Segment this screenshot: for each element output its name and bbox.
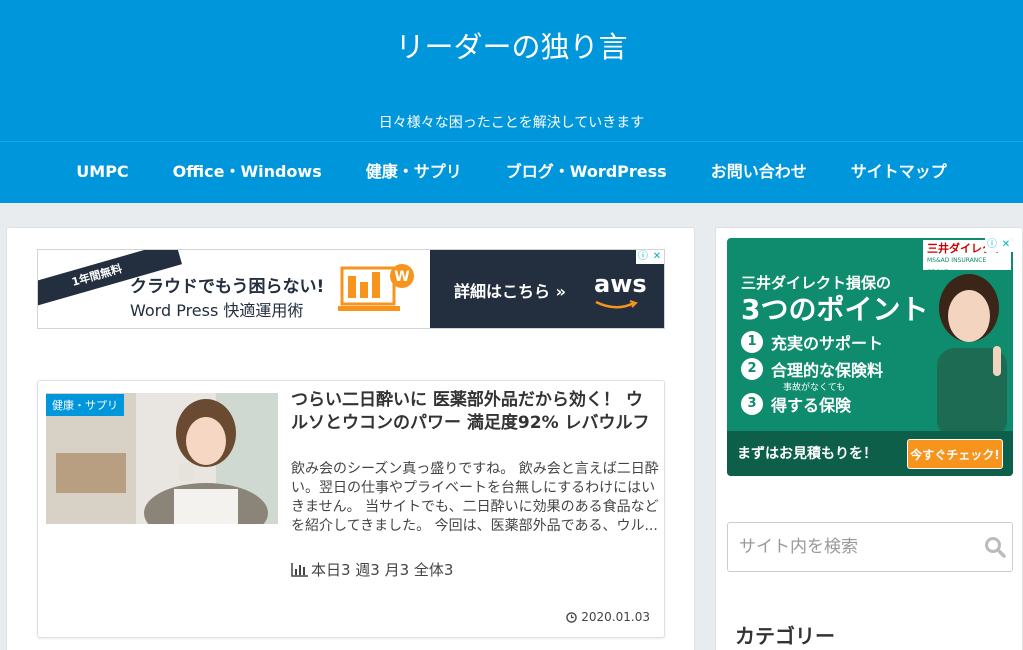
article-card[interactable]: 健康・サプリ つらい二日酔いに 医薬部外品だから効く！ ウルソとウコンのパワー …	[37, 380, 665, 638]
model-photo	[937, 274, 1007, 438]
point-label: 得する保険	[771, 396, 852, 415]
mitsui-bottom-bar: まずはお見積もりを！ 今すぐチェック!	[727, 431, 1013, 476]
svg-text:W: W	[394, 269, 409, 285]
ad-cta-button[interactable]: 詳細はこちら »	[454, 278, 566, 302]
point-number: 3	[741, 393, 763, 415]
aws-logo: aws	[594, 270, 647, 298]
laptop-illustration-icon: W	[338, 264, 414, 311]
search-icon[interactable]	[984, 536, 1006, 558]
clock-icon	[566, 611, 578, 623]
article-excerpt: 飲み会のシーズン真っ盛りですね。 飲み会と言えば二日酔い。翌日の仕事やプライベー…	[291, 461, 659, 534]
point-number: 1	[741, 331, 763, 353]
site-description: 日々様々な困ったことを解決していきます	[378, 115, 645, 131]
ad-info-icon[interactable]: ⓘ	[636, 250, 650, 264]
aws-ad-banner[interactable]: 1年間無料 クラウドでもう困らない! Word Press 快適運用術 W 詳細…	[37, 249, 665, 329]
ad-cta-panel: 詳細はこちら » aws	[430, 250, 664, 328]
sidebar: 三井ダイレクト MS&AD INSURANCE GROUP 三井ダイレクト損保の…	[715, 227, 1023, 650]
category-badge[interactable]: 健康・サプリ	[46, 394, 124, 416]
mitsui-point-3: 3 得する保険	[741, 392, 851, 416]
point-label: 合理的な保険料	[771, 361, 884, 380]
search-input[interactable]	[728, 523, 978, 571]
ad-close-icon[interactable]: ✕	[999, 238, 1013, 252]
aws-smile-icon	[595, 300, 638, 309]
point-number: 2	[741, 358, 763, 380]
mitsui-point-2: 2 合理的な保険料	[741, 357, 883, 381]
nav-item-umpc[interactable]: UMPC	[54, 142, 150, 203]
mitsui-cta-button[interactable]: 今すぐチェック!	[907, 439, 1003, 469]
article-title[interactable]: つらい二日酔いに 医薬部外品だから効く！ ウルソとウコンのパワー 満足度92% …	[291, 389, 653, 435]
bar-chart-icon	[291, 563, 308, 577]
main-content: 1年間無料 クラウドでもう困らない! Word Press 快適運用術 W 詳細…	[6, 227, 695, 650]
nav-item-blog-wordpress[interactable]: ブログ・WordPress	[484, 142, 689, 203]
mitsui-point-1: 1 充実のサポート	[741, 330, 883, 354]
point-label: 充実のサポート	[771, 334, 884, 353]
mitsui-title: 3つのポイント	[741, 293, 929, 326]
nav-item-contact[interactable]: お問い合わせ	[689, 142, 829, 203]
article-stats-text: 本日3 週3 月3 全体3	[311, 561, 454, 579]
ad-choices: ⓘ ✕	[636, 250, 664, 264]
ad-headline: クラウドでもう困らない!	[130, 277, 325, 297]
article-date-text: 2020.01.03	[581, 610, 650, 624]
category-widget-title: カテゴリー	[735, 624, 835, 648]
site-search	[727, 522, 1013, 572]
ad-close-icon[interactable]: ✕	[650, 250, 664, 264]
ad-subline: Word Press 快適運用術	[130, 301, 304, 320]
article-stats: 本日3 週3 月3 全体3	[291, 559, 453, 580]
main-nav: UMPC Office・Windows 健康・サプリ ブログ・WordPress…	[0, 141, 1023, 203]
ad-choices: ⓘ ✕	[985, 238, 1013, 252]
nav-item-sitemap[interactable]: サイトマップ	[829, 142, 969, 203]
site-header: リーダーの独り言 日々様々な困ったことを解決していきます	[0, 0, 1023, 141]
mitsui-bottom-text: まずはお見積もりを！	[737, 446, 877, 462]
mitsui-ad-banner[interactable]: 三井ダイレクト MS&AD INSURANCE GROUP 三井ダイレクト損保の…	[727, 238, 1013, 476]
site-title[interactable]: リーダーの独り言	[0, 24, 1023, 66]
article-date: 2020.01.03	[566, 610, 650, 624]
nav-item-health-supplements[interactable]: 健康・サプリ	[344, 142, 484, 203]
nav-item-office-windows[interactable]: Office・Windows	[151, 142, 344, 203]
ad-info-icon[interactable]: ⓘ	[985, 238, 999, 252]
